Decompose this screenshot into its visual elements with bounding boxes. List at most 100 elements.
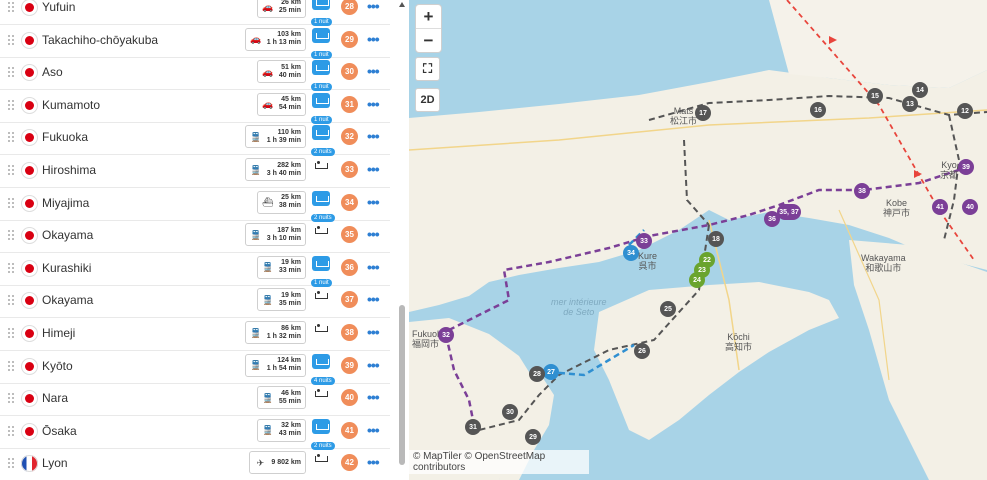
land-shikoku [594,282,839,440]
more-options-button[interactable]: ••• [367,357,380,373]
map-canvas[interactable] [409,0,987,480]
city-name[interactable]: Hiroshima [42,163,96,177]
more-options-button[interactable]: ••• [367,324,380,340]
drag-handle-icon[interactable] [8,230,16,242]
itinerary-row[interactable]: Hiroshima 🚆 282 km 3 h 40 min 33 ••• [0,155,390,188]
zoom-out-button[interactable]: − [416,29,441,52]
view-mode-2d-button[interactable]: 2D [415,88,440,112]
stay-button[interactable]: 1 nuit [311,255,332,289]
transport-button[interactable]: ✈ 9 802 km [249,451,306,475]
more-options-button[interactable]: ••• [367,128,380,144]
drag-handle-icon[interactable] [8,2,16,14]
itinerary-row[interactable]: Okayama 🚆 19 km 35 min 37 ••• [0,285,390,319]
zoom-in-button[interactable]: + [416,5,441,29]
stay-button[interactable]: 2 nuits [311,190,335,224]
stay-button[interactable] [311,158,331,173]
transport-button[interactable]: ⛴ 25 km 38 min [256,190,306,214]
transport-button[interactable]: 🚆 46 km 55 min [256,386,306,410]
stay-button[interactable] [311,451,331,466]
itinerary-row[interactable]: Ōsaka 🚆 32 km 43 min 2 nuits 41 ••• [0,416,390,452]
drag-handle-icon[interactable] [8,360,16,373]
stay-button[interactable]: 2 nuits [311,125,335,158]
drag-handle-icon[interactable] [8,99,16,112]
transport-button[interactable]: 🚗 103 km 1 h 13 min [244,27,306,51]
city-name[interactable]: Aso [42,65,63,79]
more-options-button[interactable]: ••• [367,194,380,210]
itinerary-row[interactable]: Nara 🚆 46 km 55 min 40 ••• [0,383,390,417]
itinerary-row[interactable]: Miyajima ⛴ 25 km 38 min 2 nuits 34 ••• [0,188,390,224]
city-name[interactable]: Nara [42,391,68,405]
more-options-button[interactable]: ••• [367,63,380,79]
itinerary-row[interactable]: Kumamoto 🚗 45 km 54 min 1 nuit 31 ••• [0,90,390,126]
drag-handle-icon[interactable] [8,458,16,470]
drag-handle-icon[interactable] [8,132,16,144]
itinerary-row[interactable]: Kurashiki 🚆 19 km 33 min 1 nuit 36 ••• [0,253,390,289]
more-options-button[interactable]: ••• [367,31,380,47]
stay-button[interactable] [311,288,331,303]
stay-button[interactable]: 1 nuit [311,92,332,126]
transport-button[interactable]: 🚆 19 km 33 min [256,255,306,279]
itinerary-row[interactable]: Himeji 🚆 86 km 1 h 32 min 38 ••• [0,318,390,351]
more-options-button[interactable]: ••• [367,389,380,405]
drag-handle-icon[interactable] [8,328,16,340]
stay-button[interactable]: 4 nuits [311,353,335,387]
scroll-up-icon[interactable] [399,2,405,7]
drag-handle-icon[interactable] [8,197,16,210]
drag-handle-icon[interactable] [8,34,16,47]
stay-button[interactable] [311,321,331,336]
drag-handle-icon[interactable] [8,295,16,307]
stay-button[interactable] [311,386,331,401]
map-view[interactable]: 12 13 14 15 16 17 18 22 23 24 25 26 27 2… [409,0,987,480]
more-options-button[interactable]: ••• [367,454,380,470]
city-name[interactable]: Lyon [42,456,68,470]
city-name[interactable]: Takachiho-chōyakuba [42,33,158,47]
city-name[interactable]: Okayama [42,228,93,242]
more-options-button[interactable]: ••• [367,0,380,14]
more-options-button[interactable]: ••• [367,291,380,307]
city-name[interactable]: Himeji [42,326,75,340]
more-options-button[interactable]: ••• [367,259,380,275]
city-name[interactable]: Kyōto [42,359,73,373]
map-attribution[interactable]: © MapTiler © OpenStreetMap contributors [409,450,589,474]
stay-button[interactable] [311,223,331,238]
transport-button[interactable]: 🚆 110 km 1 h 39 min [244,125,306,149]
more-options-button[interactable]: ••• [367,161,380,177]
more-options-button[interactable]: ••• [367,96,380,112]
city-name[interactable]: Okayama [42,293,93,307]
itinerary-row[interactable]: Takachiho-chōyakuba 🚗 103 km 1 h 13 min 1 nu… [0,25,390,61]
itinerary-row[interactable]: Fukuoka 🚆 110 km 1 h 39 min 2 nuits 32 ••• [0,122,390,158]
transport-button[interactable]: 🚆 187 km 3 h 10 min [244,223,306,247]
stay-button[interactable]: 1 nuit [311,27,332,61]
drag-handle-icon[interactable] [8,67,16,79]
more-options-button[interactable]: ••• [367,422,380,438]
transport-button[interactable]: 🚆 19 km 35 min [256,288,306,312]
more-options-button[interactable]: ••• [367,226,380,242]
city-name[interactable]: Kurashiki [42,261,91,275]
city-name[interactable]: Yufuin [42,0,75,14]
city-name[interactable]: Fukuoka [42,130,88,144]
transport-button[interactable]: 🚗 45 km 54 min [256,92,306,116]
city-name[interactable]: Ōsaka [42,424,77,438]
itinerary-row[interactable]: Kyōto 🚆 124 km 1 h 54 min 4 nuits 39 ••• [0,351,390,387]
itinerary-row[interactable]: Lyon ✈ 9 802 km 42 ••• [0,448,390,480]
list-scrollbar[interactable] [397,0,408,480]
transport-button[interactable]: 🚗 51 km 40 min [256,60,306,84]
stay-button[interactable]: 1 nuit [311,60,332,93]
transport-button[interactable]: 🚆 282 km 3 h 40 min [244,158,306,181]
itinerary-row[interactable]: Aso 🚗 51 km 40 min 1 nuit 30 ••• [0,57,390,93]
transport-button[interactable]: 🚆 32 km 43 min [256,418,306,442]
itinerary-row[interactable]: Yufuin 🚗 26 km 25 min 1 nuit 28 ••• [0,0,390,26]
stay-button[interactable]: 2 nuits [311,418,335,452]
transport-button[interactable]: 🚆 124 km 1 h 54 min [244,353,306,377]
itinerary-row[interactable]: Okayama 🚆 187 km 3 h 10 min 35 ••• [0,220,390,254]
drag-handle-icon[interactable] [8,393,16,405]
city-name[interactable]: Miyajima [42,196,89,210]
transport-button[interactable]: 🚆 86 km 1 h 32 min [244,321,306,344]
scrollbar-thumb[interactable] [399,305,405,465]
drag-handle-icon[interactable] [8,262,16,275]
city-name[interactable]: Kumamoto [42,98,100,112]
drag-handle-icon[interactable] [8,165,16,177]
transport-button[interactable]: 🚗 26 km 25 min [256,0,306,18]
drag-handle-icon[interactable] [8,425,16,438]
fullscreen-button[interactable]: ⛶ [415,57,440,81]
